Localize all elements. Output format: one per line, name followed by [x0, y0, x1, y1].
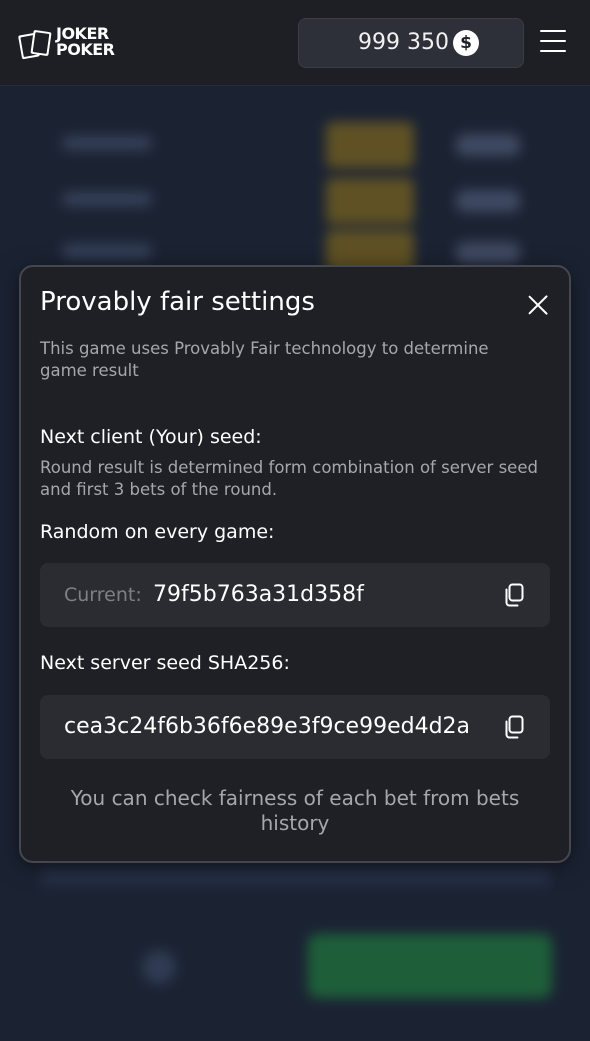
top-bar: JOKER POKER 999 350 $ — [0, 0, 590, 86]
current-seed-prefix: Current: — [64, 584, 142, 606]
logo-text: JOKER POKER — [56, 26, 115, 59]
cards-logo-icon — [18, 30, 52, 60]
balance-value: 999 350 — [358, 30, 449, 55]
current-seed-value: 79f5b763a31d358f — [153, 582, 364, 607]
joker-poker-logo[interactable]: JOKER POKER — [18, 26, 138, 62]
balance-display: 999 350 $ — [298, 18, 524, 68]
server-seed-value: cea3c24f6b36f6e89e3f9ce99ed4d2a — [64, 714, 471, 739]
client-seed-description: Round result is determined form combinat… — [40, 458, 538, 499]
hamburger-menu-icon[interactable] — [540, 30, 566, 52]
close-icon[interactable] — [525, 292, 551, 318]
current-seed-field: Current: 79f5b763a31d358f — [40, 563, 550, 627]
client-seed-title: Next client (Your) seed: — [40, 426, 262, 448]
server-seed-title: Next server seed SHA256: — [40, 652, 290, 674]
provably-fair-modal: Provably fair settings This game uses Pr… — [19, 265, 571, 863]
copy-icon[interactable] — [503, 583, 525, 607]
bg-button — [142, 950, 176, 984]
logo-line2: POKER — [56, 40, 115, 59]
bg-bet-button — [308, 934, 552, 998]
fairness-footer-note: You can check fairness of each bet from … — [70, 786, 520, 835]
dollar-coin-icon: $ — [453, 30, 479, 56]
modal-title: Provably fair settings — [40, 287, 315, 317]
copy-icon[interactable] — [503, 715, 525, 739]
modal-intro: This game uses Provably Fair technology … — [40, 339, 489, 380]
bg-row — [0, 178, 590, 228]
bg-bar — [40, 866, 550, 886]
server-seed-field: cea3c24f6b36f6e89e3f9ce99ed4d2a — [40, 695, 550, 759]
random-title: Random on every game: — [40, 521, 275, 543]
bg-row — [0, 122, 590, 172]
